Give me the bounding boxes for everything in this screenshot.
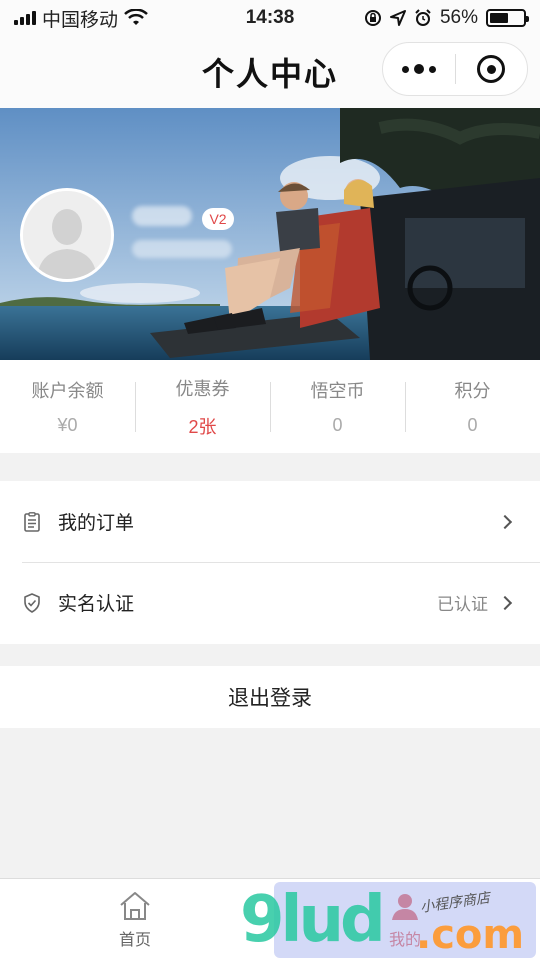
close-button[interactable]	[456, 43, 528, 95]
vip-level-badge: V2	[202, 208, 234, 230]
more-button[interactable]	[383, 43, 455, 95]
battery-percent: 56%	[439, 7, 478, 28]
home-icon	[120, 891, 150, 920]
signal-icon	[14, 11, 36, 25]
tab-mine[interactable]: 我的	[270, 879, 540, 960]
battery-icon	[486, 9, 529, 27]
status-bar: 中国移动 14:38 56%	[0, 0, 540, 36]
chevron-right-icon	[497, 595, 513, 610]
stat-value: 0	[332, 415, 343, 435]
order-list-icon	[22, 511, 42, 532]
location-icon	[389, 10, 406, 26]
tab-home[interactable]: 首页	[0, 879, 270, 960]
menu-item-verification[interactable]: 实名认证 已认证	[0, 562, 540, 643]
stat-points[interactable]: 积分 0	[405, 374, 540, 440]
avatar[interactable]	[20, 188, 114, 282]
menu-list: 我的订单 实名认证 已认证	[0, 481, 540, 644]
menu-item-label: 我的订单	[58, 513, 135, 534]
menu-item-orders[interactable]: 我的订单	[0, 481, 540, 562]
nav-bar: 个人中心	[0, 36, 540, 108]
menu-item-label: 实名认证	[58, 594, 135, 615]
wifi-icon	[124, 9, 148, 25]
carrier-label: 中国移动	[42, 9, 119, 31]
battery-fill	[490, 13, 508, 23]
stat-wukong-coins[interactable]: 悟空币 0	[270, 374, 405, 440]
stat-label: 账户余额	[31, 381, 104, 401]
tab-label: 我的	[388, 931, 421, 949]
status-bar-right: 56%	[364, 7, 529, 29]
alarm-icon	[415, 9, 431, 26]
tab-label: 首页	[118, 931, 151, 949]
chevron-right-icon	[497, 514, 513, 529]
stat-value: 0	[467, 415, 478, 435]
stat-label: 积分	[454, 381, 491, 401]
verification-status: 已认证	[437, 595, 488, 614]
rotation-lock-icon	[364, 10, 381, 26]
account-stats: 账户余额 ¥0 优惠券 2张 悟空币 0 积分 0	[0, 360, 540, 453]
status-bar-left: 中国移动	[14, 5, 148, 32]
stat-value: ¥0	[57, 415, 78, 435]
shield-check-icon	[22, 592, 42, 613]
stat-balance[interactable]: 账户余额 ¥0	[0, 374, 135, 440]
stat-label: 悟空币	[310, 381, 365, 401]
more-icon	[401, 64, 436, 74]
close-target-icon	[477, 55, 506, 83]
page-title: 个人中心	[201, 56, 338, 92]
user-info-placeholder	[132, 240, 232, 258]
default-avatar-icon	[23, 191, 111, 279]
miniprogram-capsule	[382, 42, 528, 96]
user-icon	[392, 893, 418, 920]
tab-bar: 首页 我的	[0, 878, 540, 960]
stat-value: 2张	[188, 416, 217, 437]
stat-coupons[interactable]: 优惠券 2张	[135, 374, 270, 440]
profile-banner: V2	[0, 108, 540, 360]
username-placeholder	[132, 206, 192, 226]
logout-button[interactable]: 退出登录	[0, 666, 540, 728]
stat-label: 优惠券	[175, 378, 230, 399]
